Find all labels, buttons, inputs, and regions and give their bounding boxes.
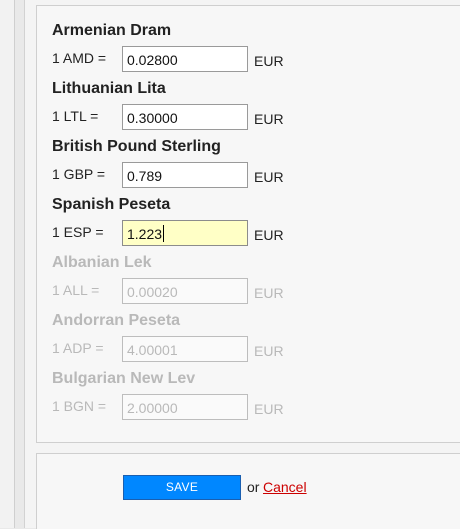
currency-suffix-ltl: EUR	[254, 111, 284, 127]
rate-value-all: 0.00020	[127, 284, 178, 300]
rate-input-adp: 4.00001	[122, 336, 248, 362]
rate-input-amd[interactable]: 0.02800	[122, 46, 248, 72]
currency-name-esp: Spanish Peseta	[52, 196, 171, 213]
currency-prefix-amd: 1 AMD =	[52, 50, 107, 66]
rate-value-gbp: 0.789	[127, 168, 163, 184]
save-button[interactable]: SAVE	[123, 475, 241, 500]
rate-input-ltl[interactable]: 0.30000	[122, 104, 248, 130]
currency-prefix-all: 1 ALL =	[52, 282, 100, 298]
currency-name-gbp: British Pound Sterling	[52, 138, 221, 155]
rate-value-esp: 1.223	[127, 226, 163, 242]
currency-prefix-adp: 1 ADP =	[52, 340, 104, 356]
text-caret	[163, 225, 165, 242]
or-text: or	[247, 479, 260, 495]
currency-suffix-all: EUR	[254, 285, 284, 301]
cancel-link[interactable]: Cancel	[263, 479, 307, 495]
currency-suffix-adp: EUR	[254, 343, 284, 359]
currency-suffix-esp: EUR	[254, 227, 284, 243]
currency-prefix-esp: 1 ESP =	[52, 224, 104, 240]
currency-prefix-ltl: 1 LTL =	[52, 108, 99, 124]
currency-suffix-bgn: EUR	[254, 401, 284, 417]
currency-suffix-gbp: EUR	[254, 169, 284, 185]
rate-input-all: 0.00020	[122, 278, 248, 304]
currency-name-ltl: Lithuanian Lita	[52, 80, 166, 97]
currency-prefix-gbp: 1 GBP =	[52, 166, 106, 182]
rate-input-bgn: 2.00000	[122, 394, 248, 420]
currency-name-amd: Armenian Dram	[52, 22, 172, 39]
currency-prefix-bgn: 1 BGN =	[52, 398, 107, 414]
rate-value-bgn: 2.00000	[127, 400, 178, 416]
currency-name-bgn: Bulgarian New Lev	[52, 370, 196, 387]
currency-suffix-amd: EUR	[254, 53, 284, 69]
left-scroll-strip	[0, 0, 15, 528]
rate-input-esp[interactable]: 1.223	[122, 220, 248, 246]
currency-name-adp: Andorran Peseta	[52, 312, 181, 329]
rate-value-amd: 0.02800	[127, 52, 178, 68]
rate-value-ltl: 0.30000	[127, 110, 178, 126]
currency-name-all: Albanian Lek	[52, 254, 152, 271]
rate-input-gbp[interactable]: 0.789	[122, 162, 248, 188]
rate-value-adp: 4.00001	[127, 342, 178, 358]
